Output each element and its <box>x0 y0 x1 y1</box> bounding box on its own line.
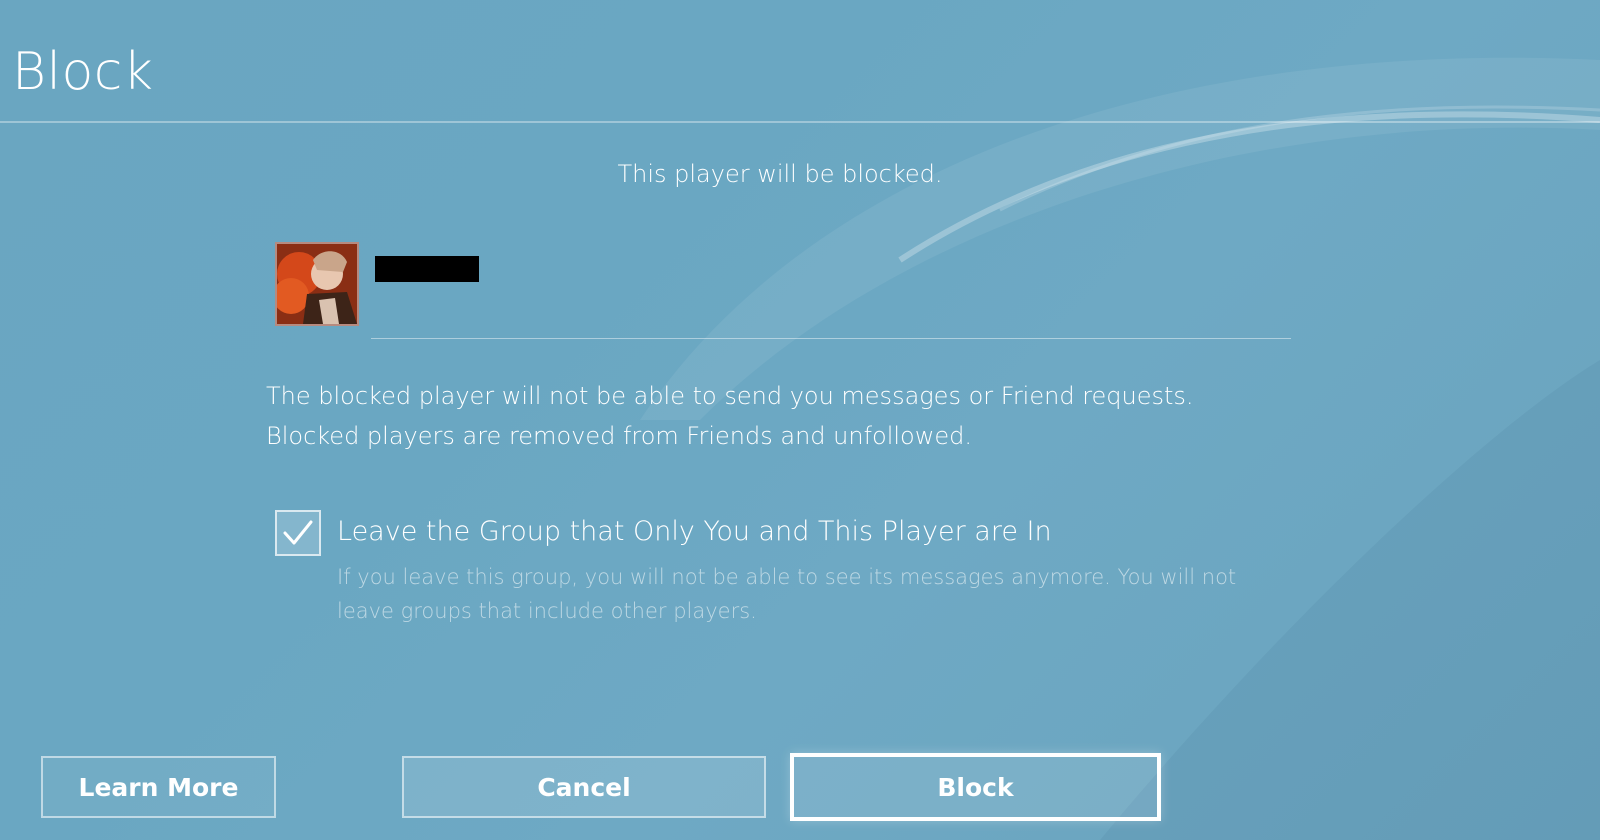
dialog-subtitle: This player will be blocked. <box>617 160 943 188</box>
leave-group-checkbox[interactable] <box>275 510 321 556</box>
cancel-button[interactable]: Cancel <box>402 756 766 818</box>
player-name <box>375 256 479 282</box>
block-button[interactable]: Block <box>790 753 1161 821</box>
player-row <box>275 242 1291 340</box>
avatar-image <box>277 244 357 324</box>
info-line-1: The blocked player will not be able to s… <box>266 382 1194 410</box>
checkmark-icon <box>283 520 313 545</box>
leave-group-label: Leave the Group that Only You and This P… <box>337 516 1052 547</box>
block-info: The blocked player will not be able to s… <box>266 376 1266 456</box>
title-divider <box>0 121 1600 123</box>
info-line-2: Blocked players are removed from Friends… <box>266 422 972 450</box>
player-divider <box>371 338 1291 339</box>
leave-group-description: If you leave this group, you will not be… <box>337 565 1237 623</box>
learn-more-button[interactable]: Learn More <box>41 756 276 818</box>
avatar <box>275 242 359 326</box>
page-title: Block <box>12 42 154 102</box>
